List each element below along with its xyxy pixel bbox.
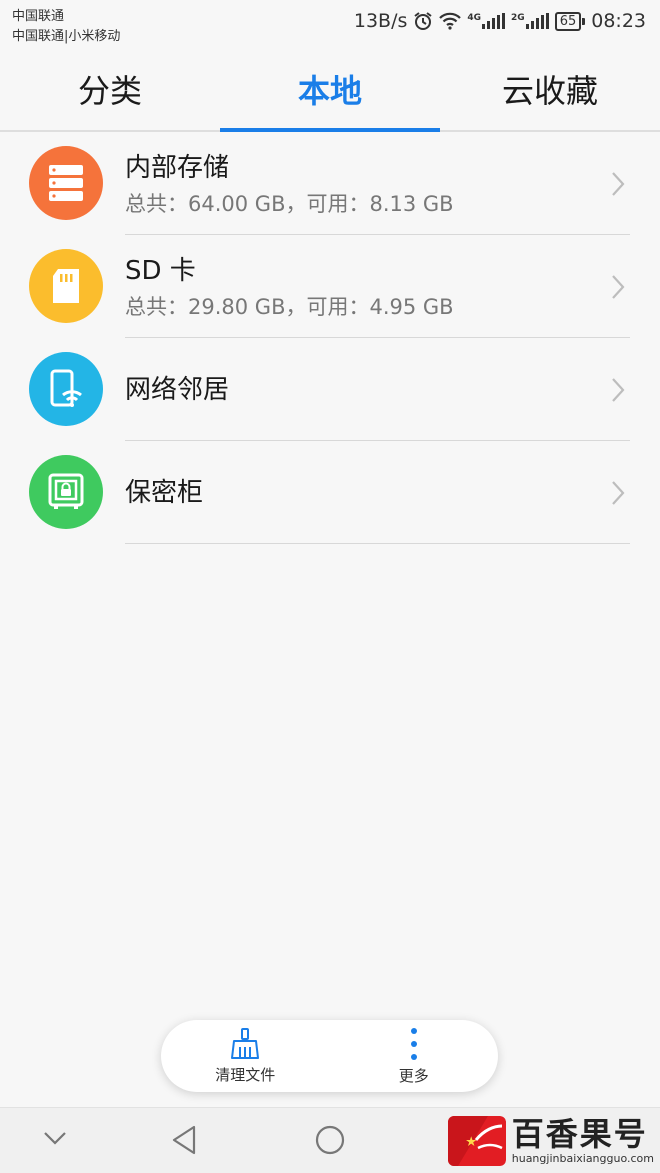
carrier-primary: 中国联通	[12, 9, 65, 24]
network-neighbor-icon	[29, 352, 103, 426]
status-bar: 中国联通 中国联通|小米移动 13B/s 4G 2G 65 08:23	[0, 0, 660, 48]
more-label: 更多	[398, 1066, 429, 1085]
list-item-sd-card[interactable]: SD 卡 总共：29.80 GB，可用：4.95 GB	[0, 235, 660, 338]
watermark-title: 百香果号	[511, 1115, 648, 1153]
clean-files-label: 清理文件	[215, 1065, 276, 1084]
home-icon[interactable]	[314, 1124, 346, 1156]
sd-card-icon	[29, 249, 103, 323]
battery-level: 65	[554, 11, 582, 31]
more-button[interactable]: 更多	[330, 1020, 499, 1092]
signal-2g-icon: 2G	[511, 13, 549, 29]
network-type-2: 2G	[511, 13, 525, 23]
carrier-secondary: 中国联通|小米移动	[12, 29, 121, 44]
bottom-action-bar: 清理文件 更多	[161, 1020, 498, 1092]
tab-local[interactable]: 本地	[220, 48, 440, 132]
network-type-1: 4G	[467, 13, 482, 23]
status-indicators: 13B/s 4G 2G 65 08:23	[354, 10, 646, 32]
item-title: 内部存储	[125, 152, 230, 183]
item-subtitle: 总共：29.80 GB，可用：4.95 GB	[125, 294, 454, 319]
more-vertical-icon	[410, 1027, 417, 1060]
tab-category[interactable]: 分类	[0, 48, 220, 130]
tab-bar: 分类 本地 云收藏	[0, 48, 660, 132]
signal-4g-icon: 4G	[467, 13, 506, 29]
list-item-network-neighbor[interactable]: 网络邻居	[0, 338, 660, 441]
item-subtitle: 总共：64.00 GB，可用：8.13 GB	[125, 191, 454, 216]
list-item-internal-storage[interactable]: 内部存储 总共：64.00 GB，可用：8.13 GB	[0, 132, 660, 235]
wifi-icon	[439, 12, 462, 30]
chevron-right-icon	[612, 481, 625, 505]
battery-icon: 65	[554, 11, 586, 31]
broom-icon	[231, 1027, 260, 1059]
item-title: 保密柜	[125, 477, 204, 508]
watermark-url: huangjinbaixiangguo.com	[511, 1152, 654, 1165]
watermark: 百香果号 huangjinbaixiangguo.com	[447, 1115, 654, 1166]
tab-cloud-favorites[interactable]: 云收藏	[440, 48, 660, 130]
hide-nav-chevron-down-icon[interactable]	[42, 1130, 68, 1146]
item-title: SD 卡	[125, 255, 196, 286]
list-item-safe[interactable]: 保密柜	[0, 441, 660, 544]
clean-files-button[interactable]: 清理文件	[161, 1020, 330, 1092]
alarm-icon	[413, 11, 433, 31]
network-speed: 13B/s	[353, 10, 408, 32]
divider	[125, 543, 630, 544]
storage-icon	[29, 146, 103, 220]
chevron-right-icon	[612, 378, 625, 402]
watermark-logo	[447, 1116, 506, 1166]
chevron-right-icon	[612, 172, 625, 196]
storage-list: 内部存储 总共：64.00 GB，可用：8.13 GB SD 卡 总共：29.8…	[0, 132, 660, 544]
safe-icon	[29, 455, 103, 529]
chevron-right-icon	[612, 275, 625, 299]
clock: 08:23	[591, 10, 646, 32]
back-icon[interactable]	[170, 1124, 198, 1156]
item-title: 网络邻居	[125, 374, 230, 405]
